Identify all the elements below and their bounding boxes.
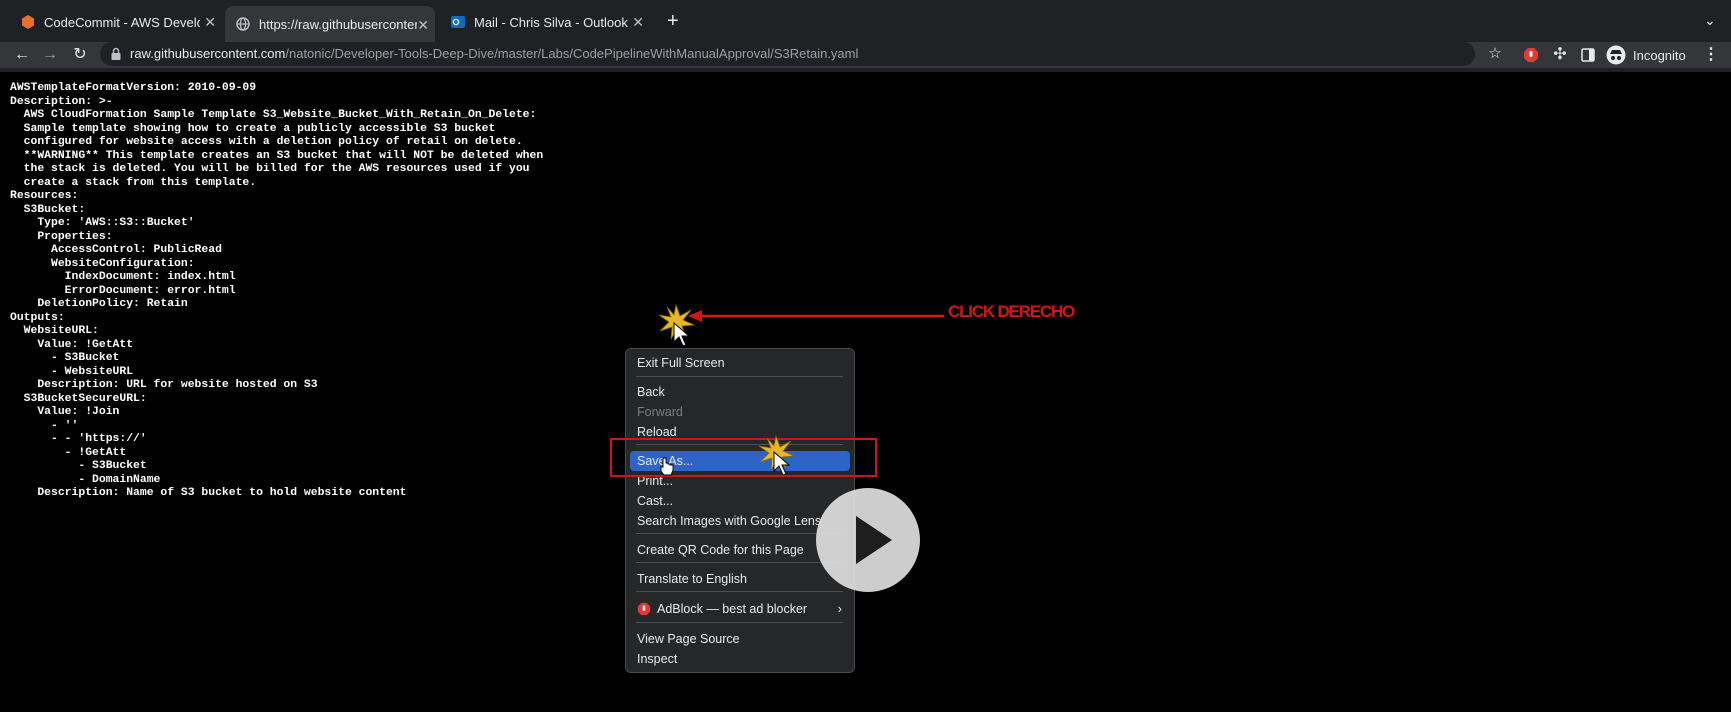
menu-item-label: Create QR Code for this Page xyxy=(637,543,804,557)
menu-item-label: Search Images with Google Lens xyxy=(637,514,822,528)
menu-item-adblock[interactable]: AdBlock — best ad blocker › xyxy=(626,599,854,619)
submenu-chevron-icon: › xyxy=(837,601,842,616)
menu-item-forward: Forward xyxy=(626,402,854,422)
menu-item-label: Cast... xyxy=(637,494,674,508)
menu-item-view-source[interactable]: View Page Source xyxy=(626,629,854,649)
play-icon xyxy=(856,516,892,564)
menu-separator xyxy=(636,622,843,623)
menu-item-label: Forward xyxy=(637,405,683,419)
menu-item-exit-full-screen[interactable]: Exit Full Screen xyxy=(626,353,854,373)
annotation-label: CLICK DERECHO xyxy=(948,302,1075,321)
menu-item-label: View Page Source xyxy=(637,632,740,646)
menu-separator xyxy=(636,562,843,563)
menu-item-label: AdBlock — best ad blocker xyxy=(657,602,808,616)
menu-item-inspect[interactable]: Inspect xyxy=(626,649,854,669)
menu-separator xyxy=(636,533,843,534)
menu-separator xyxy=(636,591,843,592)
menu-item-label: Back xyxy=(637,385,665,399)
adblock-icon xyxy=(637,602,651,616)
video-play-button[interactable] xyxy=(816,488,920,592)
menu-item-label: Inspect xyxy=(637,652,678,666)
annotation-overlay xyxy=(658,303,944,347)
menu-item-back[interactable]: Back xyxy=(626,382,854,402)
arrow-annotation xyxy=(688,310,944,322)
highlight-box xyxy=(610,438,877,477)
menu-separator xyxy=(636,376,843,377)
menu-item-label: Exit Full Screen xyxy=(637,356,725,370)
menu-item-label: Translate to English xyxy=(637,572,748,586)
